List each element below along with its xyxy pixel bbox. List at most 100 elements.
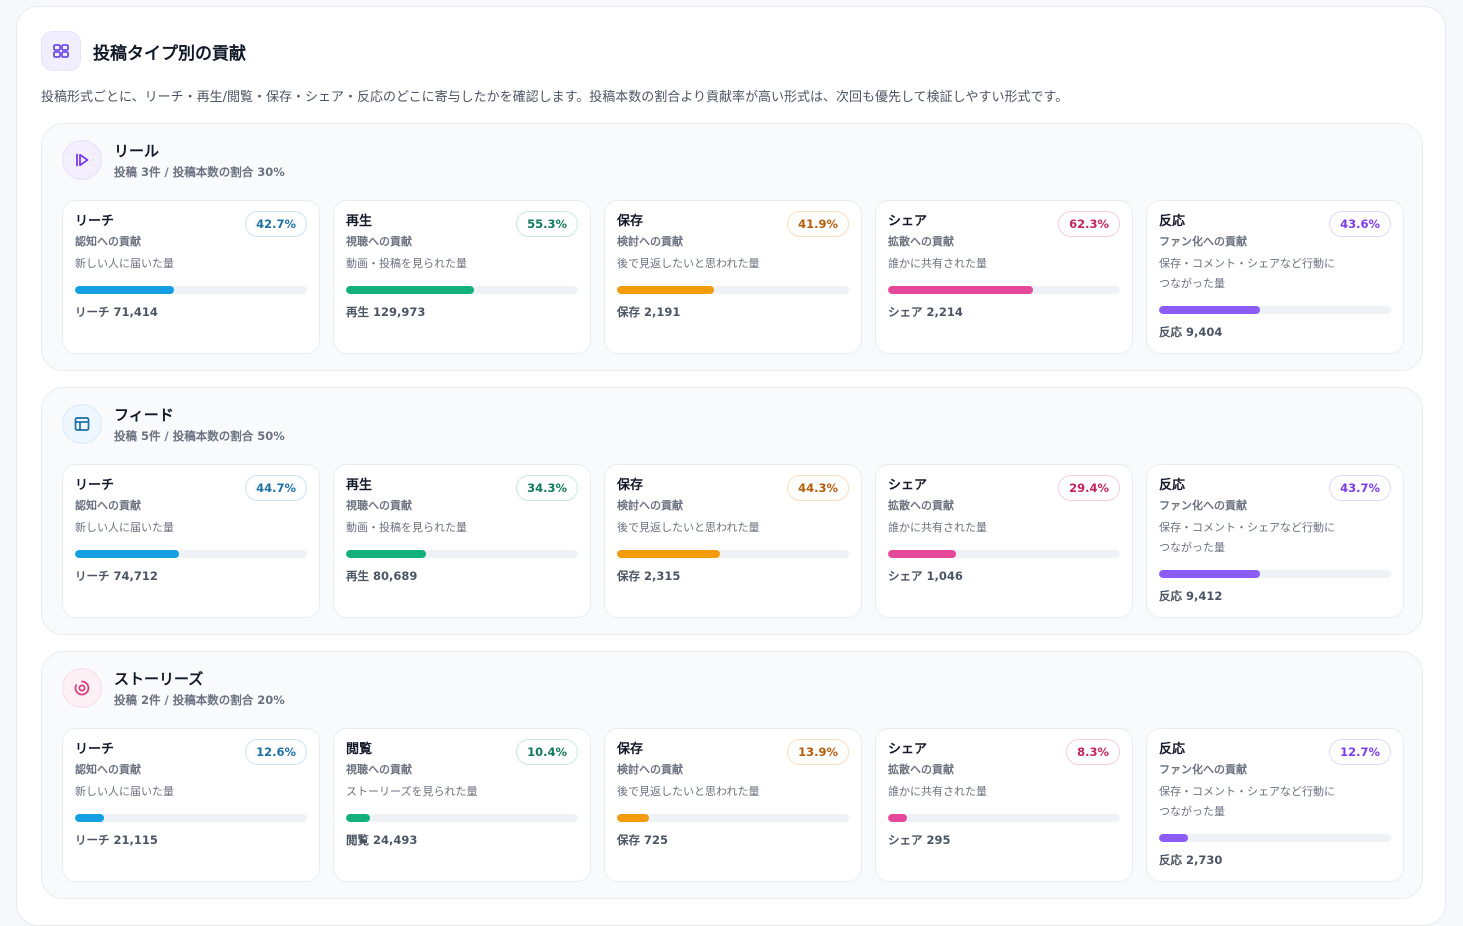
metric-description: 保存・コメント・シェアなど行動につながった量 [1159, 257, 1335, 290]
metric-description: 動画・投稿を見られた量 [346, 257, 467, 270]
type-header: ストーリーズ 投稿 2件 / 投稿本数の割合 20% [62, 668, 285, 708]
feed-layout-icon [62, 404, 102, 444]
metric-card-share: シェア 29.4% 拡散への貢献 誰かに共有された量 シェア 1,046 [875, 464, 1133, 618]
metric-card-save: 保存 44.3% 検討への貢献 後で見返したいと思われた量 保存 2,315 [604, 464, 862, 618]
percent-badge: 12.6% [245, 739, 307, 765]
progress-fill [75, 550, 179, 558]
progress-fill [617, 814, 650, 822]
panel-header: 投稿タイプ別の貢献 [41, 31, 246, 71]
metric-count: シェア 295 [888, 833, 951, 847]
type-header: リール 投稿 3件 / 投稿本数の割合 30% [62, 140, 285, 180]
progress-track [888, 550, 1120, 558]
metric-count: 閲覧 24,493 [346, 833, 418, 847]
panel-title: 投稿タイプ別の貢献 [93, 43, 246, 64]
progress-track [617, 286, 849, 294]
contribution-panel: 投稿タイプ別の貢献 投稿形式ごとに、リーチ・再生/閲覧・保存・シェア・反応のどこ… [16, 6, 1446, 926]
progress-fill [617, 550, 720, 558]
progress-track [346, 550, 578, 558]
metric-description: 保存・コメント・シェアなど行動につながった量 [1159, 785, 1335, 818]
type-subtitle: 投稿 2件 / 投稿本数の割合 20% [114, 692, 285, 707]
type-title: リール [114, 141, 160, 160]
percent-badge: 12.7% [1329, 739, 1391, 765]
metric-description: 新しい人に届いた量 [75, 785, 174, 798]
percent-badge: 44.7% [245, 475, 307, 501]
progress-track [75, 814, 307, 822]
panel-description: 投稿形式ごとに、リーチ・再生/閲覧・保存・シェア・反応のどこに寄与したかを確認し… [41, 90, 1069, 105]
metric-description: 後で見返したいと思われた量 [617, 257, 760, 270]
progress-fill [888, 286, 1033, 294]
progress-fill [888, 814, 908, 822]
metric-card-reaction: 反応 43.6% ファン化への貢献 保存・コメント・シェアなど行動につながった量… [1146, 200, 1404, 354]
metric-description: 後で見返したいと思われた量 [617, 785, 760, 798]
metric-card-save: 保存 13.9% 検討への貢献 後で見返したいと思われた量 保存 725 [604, 728, 862, 882]
metric-description: 新しい人に届いた量 [75, 257, 174, 270]
progress-track [617, 550, 849, 558]
metric-description: 保存・コメント・シェアなど行動につながった量 [1159, 521, 1335, 554]
progress-fill [346, 550, 426, 558]
progress-track [617, 814, 849, 822]
metric-card-save: 保存 41.9% 検討への貢献 後で見返したいと思われた量 保存 2,191 [604, 200, 862, 354]
percent-badge: 62.3% [1058, 211, 1120, 237]
metric-card-play: 再生 34.3% 視聴への貢献 動画・投稿を見られた量 再生 80,689 [333, 464, 591, 618]
metric-count: 反応 9,404 [1159, 325, 1223, 339]
type-header: フィード 投稿 5件 / 投稿本数の割合 50% [62, 404, 285, 444]
progress-fill [617, 286, 715, 294]
metric-card-reaction: 反応 12.7% ファン化への貢献 保存・コメント・シェアなど行動につながった量… [1146, 728, 1404, 882]
progress-track [75, 550, 307, 558]
progress-track [1159, 306, 1391, 314]
metric-description: 動画・投稿を見られた量 [346, 521, 467, 534]
progress-fill [346, 814, 371, 822]
percent-badge: 43.6% [1329, 211, 1391, 237]
metric-list: リーチ 12.6% 認知への貢献 新しい人に届いた量 リーチ 21,115 閲覧… [62, 728, 1404, 882]
metric-card-view: 閲覧 10.4% 視聴への貢献 ストーリーズを見られた量 閲覧 24,493 [333, 728, 591, 882]
metric-card-reach: リーチ 42.7% 認知への貢献 新しい人に届いた量 リーチ 71,414 [62, 200, 320, 354]
type-subtitle: 投稿 3件 / 投稿本数の割合 30% [114, 164, 285, 179]
metric-count: シェア 2,214 [888, 305, 963, 319]
reel-play-icon [62, 140, 102, 180]
metric-count: 保存 2,315 [617, 569, 681, 583]
metric-card-reach: リーチ 12.6% 認知への貢献 新しい人に届いた量 リーチ 21,115 [62, 728, 320, 882]
metric-card-share: シェア 8.3% 拡散への貢献 誰かに共有された量 シェア 295 [875, 728, 1133, 882]
progress-track [1159, 570, 1391, 578]
metric-count: 再生 80,689 [346, 569, 418, 583]
metric-count: 保存 725 [617, 833, 669, 847]
progress-fill [75, 286, 175, 294]
metric-description: 後で見返したいと思われた量 [617, 521, 760, 534]
grid-icon [41, 31, 81, 71]
type-title: ストーリーズ [114, 669, 204, 688]
metric-description: 誰かに共有された量 [888, 521, 987, 534]
percent-badge: 41.9% [787, 211, 849, 237]
progress-fill [1159, 306, 1261, 314]
metric-count: リーチ 21,115 [75, 833, 158, 847]
percent-badge: 29.4% [1058, 475, 1120, 501]
metric-description: 新しい人に届いた量 [75, 521, 174, 534]
metric-card-reach: リーチ 44.7% 認知への貢献 新しい人に届いた量 リーチ 74,712 [62, 464, 320, 618]
progress-fill [1159, 834, 1189, 842]
progress-track [346, 286, 578, 294]
progress-track [75, 286, 307, 294]
percent-badge: 8.3% [1066, 739, 1120, 765]
type-subtitle: 投稿 5件 / 投稿本数の割合 50% [114, 428, 285, 443]
metric-count: リーチ 71,414 [75, 305, 158, 319]
progress-track [888, 286, 1120, 294]
percent-badge: 42.7% [245, 211, 307, 237]
metric-card-share: シェア 62.3% 拡散への貢献 誰かに共有された量 シェア 2,214 [875, 200, 1133, 354]
stories-ring-icon [62, 668, 102, 708]
type-card-reel: リール 投稿 3件 / 投稿本数の割合 30% リーチ 42.7% 認知への貢献… [41, 123, 1423, 371]
progress-fill [346, 286, 475, 294]
progress-fill [888, 550, 957, 558]
progress-fill [1159, 570, 1261, 578]
progress-track [888, 814, 1120, 822]
progress-fill [75, 814, 105, 822]
progress-track [346, 814, 578, 822]
percent-badge: 34.3% [516, 475, 578, 501]
metric-count: 保存 2,191 [617, 305, 681, 319]
metric-count: リーチ 74,712 [75, 569, 158, 583]
metric-count: 再生 129,973 [346, 305, 426, 319]
metric-description: 誰かに共有された量 [888, 785, 987, 798]
percent-badge: 13.9% [787, 739, 849, 765]
progress-track [1159, 834, 1391, 842]
metric-card-play: 再生 55.3% 視聴への貢献 動画・投稿を見られた量 再生 129,973 [333, 200, 591, 354]
metric-description: ストーリーズを見られた量 [346, 785, 478, 798]
metric-card-reaction: 反応 43.7% ファン化への貢献 保存・コメント・シェアなど行動につながった量… [1146, 464, 1404, 618]
